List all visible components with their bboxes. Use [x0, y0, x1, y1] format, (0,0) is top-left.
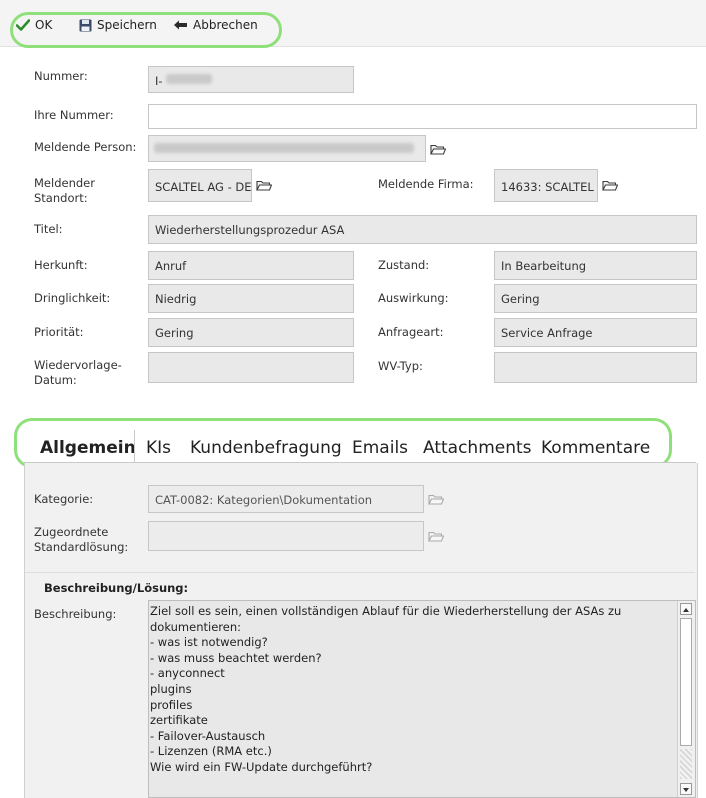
nummer-label: Nummer:	[34, 69, 88, 83]
text-line: Wie wird ein FW-Update durchgeführt?	[150, 759, 373, 774]
floppy-disk-icon	[79, 19, 92, 32]
beschreibung-label: Beschreibung:	[34, 607, 117, 621]
standardloesung-field	[148, 521, 424, 551]
text-line: Ziel soll es sein, einen vollständigen A…	[150, 604, 622, 618]
folder-icon[interactable]	[602, 179, 619, 194]
beschreibung-text: Ziel soll es sein, einen vollständigen A…	[150, 604, 672, 776]
wiedervorlage-field[interactable]	[148, 352, 354, 383]
herkunft-field: Anruf	[148, 251, 354, 280]
folder-icon[interactable]	[428, 530, 445, 545]
kategorie-field: CAT-0082: Kategorien\Dokumentation	[148, 485, 424, 513]
checkmark-icon	[16, 19, 30, 31]
anfrageart-label: Anfrageart:	[378, 325, 444, 339]
ihre-nummer-input[interactable]	[148, 104, 697, 129]
redacted-meldende-person	[154, 143, 414, 153]
ok-label: OK	[35, 18, 53, 32]
titel-field: Wiederherstellungsprozedur ASA	[148, 215, 697, 244]
beschreibung-section-title: Beschreibung/Lösung:	[44, 581, 189, 595]
save-label: Speichern	[97, 18, 157, 32]
folder-icon[interactable]	[428, 493, 445, 508]
scroll-down-icon[interactable]	[680, 783, 692, 795]
tab-attachments[interactable]: Attachments	[423, 438, 532, 458]
nummer-value: I-	[155, 74, 163, 88]
titel-label: Titel:	[34, 222, 63, 236]
scrollbar-track[interactable]	[680, 749, 692, 779]
ok-button[interactable]: OK	[16, 18, 52, 32]
beschreibung-textarea[interactable]: Ziel soll es sein, einen vollständigen A…	[148, 600, 696, 798]
text-line: profiles	[150, 697, 193, 712]
dringlichkeit-field: Niedrig	[148, 284, 354, 313]
meldende-firma-label: Meldende Firma:	[378, 177, 474, 191]
dringlichkeit-label: Dringlichkeit:	[34, 291, 111, 305]
text-line: - Failover-Austausch	[150, 728, 266, 743]
save-button[interactable]: Speichern	[79, 18, 157, 32]
tab-allgemein[interactable]: Allgemein	[40, 438, 136, 458]
wiedervorlage-label: Wiedervorlage- Datum:	[34, 358, 122, 387]
anfrageart-field: Service Anfrage	[494, 318, 697, 347]
ihre-nummer-label: Ihre Nummer:	[34, 108, 114, 122]
text-line: plugins	[150, 681, 192, 696]
text-line: - was ist notwendig?	[150, 635, 268, 650]
prioritaet-field: Gering	[148, 318, 354, 347]
meldender-standort-label: Meldender Standort:	[34, 176, 95, 205]
scrollbar-thumb[interactable]	[680, 618, 692, 746]
active-tab-divider	[134, 430, 135, 462]
meldende-firma-field: 14633: SCALTEL A	[494, 169, 598, 202]
meldender-standort-field: SCALTEL AG - DE	[148, 169, 252, 202]
scroll-up-icon[interactable]	[680, 603, 692, 615]
wv-typ-field[interactable]	[494, 352, 697, 383]
folder-icon[interactable]	[256, 179, 273, 194]
back-arrow-icon	[173, 19, 188, 31]
auswirkung-field: Gering	[494, 284, 697, 313]
redacted-nummer	[166, 74, 212, 84]
tab-kundenbefragung[interactable]: Kundenbefragung	[190, 438, 342, 458]
herkunft-label: Herkunft:	[34, 258, 88, 272]
kategorie-label: Kategorie:	[34, 492, 94, 506]
auswirkung-label: Auswirkung:	[378, 291, 449, 305]
wv-typ-label: WV-Typ:	[378, 359, 423, 373]
textarea-scrollbar[interactable]	[677, 601, 695, 797]
zustand-label: Zustand:	[378, 258, 430, 272]
text-line: - Lizenzen (RMA etc.)	[150, 744, 272, 759]
tab-kis[interactable]: KIs	[146, 438, 171, 458]
cancel-button[interactable]: Abbrechen	[173, 18, 258, 32]
tab-kommentare[interactable]: Kommentare	[541, 438, 650, 458]
standardloesung-label: Zugeordnete Standardlösung:	[34, 525, 129, 554]
cancel-label: Abbrechen	[193, 18, 258, 32]
text-line: dokumentieren:	[150, 619, 241, 634]
tab-emails[interactable]: Emails	[352, 438, 408, 458]
zustand-field: In Bearbeitung	[494, 251, 697, 280]
text-line: zertifikate	[150, 713, 208, 728]
text-line: - anyconnect	[150, 666, 225, 681]
meldende-person-label: Meldende Person:	[34, 140, 137, 154]
text-line: - was muss beachtet werden?	[150, 650, 322, 665]
prioritaet-label: Priorität:	[34, 325, 84, 339]
folder-icon[interactable]	[430, 143, 447, 158]
section-separator	[25, 572, 695, 573]
